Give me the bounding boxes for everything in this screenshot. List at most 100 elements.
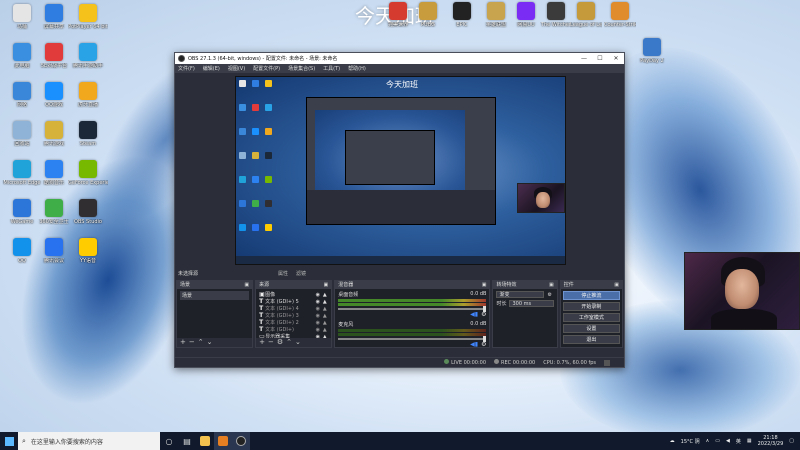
menu-file[interactable]: 文件(F) [178,65,195,72]
exit-button[interactable]: 退出 [562,335,620,344]
maximize-button[interactable]: ☐ [592,55,608,62]
desktop-icon[interactable]: PotPlayer 64 bit [68,4,108,30]
source-list-item[interactable]: T 文本 (GDI+) 5 ◉ ▲ [259,298,328,305]
visibility-eye-icon[interactable]: ◉ [314,320,321,326]
desktop-icon[interactable]: 完美世界 [382,2,414,28]
desktop-icon[interactable]: League of Legends [570,2,602,28]
source-list-item[interactable]: ▣ 图像 ◉ ▲ [259,291,328,298]
menu-scene-collection[interactable]: 场景集合(S) [288,65,315,72]
dock-float-icon[interactable]: ▣ [549,281,554,289]
remove-icon[interactable]: − [189,338,198,346]
taskbar-clock[interactable]: 21:18 2022/3/29 [758,435,784,447]
desktop-icon[interactable]: YY语音 [68,238,108,264]
source-list-item[interactable]: T 文本 (GDI+) 4 ◉ ▲ [259,305,328,312]
minimize-button[interactable]: — [576,55,592,62]
taskbar-search-box[interactable]: ⌕ 在这里输入你要搜索的内容 [18,432,160,450]
duration-input[interactable]: 300 ms [509,300,554,307]
move-down-icon[interactable]: ⌄ [295,338,304,346]
transition-type-select[interactable]: 渐变 [496,291,544,298]
source-list-item[interactable]: T 文本 (GDI+) ◉ ▲ [259,326,328,333]
visibility-eye-icon[interactable]: ◉ [314,306,321,312]
properties-button[interactable]: 属性 [278,270,288,277]
speaker-icon[interactable]: ◀▮ [470,311,478,318]
desktop-icon[interactable]: PUBG [412,2,444,28]
lock-icon[interactable]: ▲ [321,327,328,333]
desktop-icon-label: 虎牙直播 [77,102,98,108]
desktop-icon[interactable]: 网易UU [510,2,542,28]
obs-titlebar[interactable]: OBS 27.1.3 (64-bit, windows) - 配置文件: 未命名… [175,53,624,64]
lock-icon[interactable]: ▲ [321,292,328,298]
network-icon[interactable]: ▭ [715,438,720,444]
desktop-icon[interactable]: OBS Studio [68,199,108,225]
preview-canvas[interactable]: 今天加班 [235,76,566,265]
desktop-icon[interactable]: PayDay 2 [636,38,668,64]
volume-icon[interactable]: ◀ [726,438,730,444]
move-up-icon[interactable]: ⌃ [198,338,207,346]
filters-button[interactable]: 滤镜 [296,270,306,277]
lock-icon[interactable]: ▲ [321,320,328,326]
file-explorer-icon[interactable] [196,432,214,450]
desktop-icon[interactable]: 腾讯手游助手 [68,43,108,69]
lock-icon[interactable]: ▲ [321,299,328,305]
task-view-icon[interactable]: ○ [160,432,178,450]
desktop-icon[interactable]: Steam [68,121,108,147]
desktop-icon[interactable]: GeForce Experience [68,160,108,186]
move-down-icon[interactable]: ⌄ [207,338,216,346]
volume-fader[interactable] [338,306,487,312]
visibility-eye-icon[interactable]: ◉ [314,299,321,305]
add-icon[interactable]: + [259,338,268,346]
transition-settings-icon[interactable]: ⚙ [546,292,554,298]
speaker-icon[interactable]: ◀▮ [470,341,478,348]
gear-icon[interactable]: ⚙ [481,341,486,348]
remove-icon[interactable]: − [268,338,277,346]
taskbar-app-icon[interactable] [214,432,232,450]
weather-text[interactable]: 15°C 阴 [681,438,700,445]
widgets-icon[interactable]: ▤ [178,432,196,450]
channel-name: 麦克风 [338,322,354,328]
dock-float-icon[interactable]: ▣ [324,281,329,289]
settings-button[interactable]: 设置 [562,324,620,333]
visibility-eye-icon[interactable]: ◉ [314,327,321,333]
fader-handle[interactable] [483,306,487,312]
notification-icon[interactable]: ▢ [789,438,794,444]
visibility-eye-icon[interactable]: ◉ [314,313,321,319]
obs-taskbar-icon[interactable] [232,432,250,450]
desktop-icon[interactable]: Counter-Strike Global Off. [604,2,636,28]
desktop-icon[interactable]: The Witcher [540,2,572,28]
ime-icon[interactable]: ▦ [747,438,752,444]
dock-float-icon[interactable]: ▣ [482,281,487,289]
controls-header: 控件 [563,282,574,288]
fader-handle[interactable] [483,336,487,342]
lock-icon[interactable]: ▲ [321,313,328,319]
app-icon [79,4,97,22]
volume-fader[interactable] [338,336,487,342]
live-time: 00:00:00 [463,360,487,366]
input-language[interactable]: 英 [736,438,741,445]
desktop-icon[interactable]: EPIC [446,2,478,28]
menu-help[interactable]: 帮助(H) [348,65,366,72]
source-list-item[interactable]: T 文本 (GDI+) 2 ◉ ▲ [259,319,328,326]
start-recording-button[interactable]: 开始录制 [562,302,620,311]
add-icon[interactable]: + [180,338,189,346]
source-list-item[interactable]: T 文本 (GDI+) 3 ◉ ▲ [259,312,328,319]
weather-icon[interactable]: ☁ [670,438,675,444]
dock-float-icon[interactable]: ▣ [244,281,249,289]
stop-streaming-button[interactable]: 停止推流 [562,291,620,300]
menu-view[interactable]: 视图(V) [228,65,245,72]
menu-profile[interactable]: 配置文件(P) [253,65,280,72]
menu-edit[interactable]: 编辑(E) [203,65,220,72]
desktop-icon[interactable]: 英雄联盟 [480,2,512,28]
tray-chevron-icon[interactable]: ∧ [706,438,710,444]
scene-list-item[interactable]: 场景 [180,291,250,300]
studio-mode-button[interactable]: 工作室模式 [562,313,620,322]
move-up-icon[interactable]: ⌃ [286,338,295,346]
start-button[interactable] [0,432,18,450]
gear-icon[interactable]: ⚙ [481,311,486,318]
close-button[interactable]: ✕ [608,55,624,62]
lock-icon[interactable]: ▲ [321,306,328,312]
menu-tools[interactable]: 工具(T) [323,65,340,72]
dock-float-icon[interactable]: ▣ [614,281,619,289]
settings-gear-icon[interactable]: ⚙ [277,338,286,346]
visibility-eye-icon[interactable]: ◉ [314,292,321,298]
desktop-icon[interactable]: 虎牙直播 [68,82,108,108]
